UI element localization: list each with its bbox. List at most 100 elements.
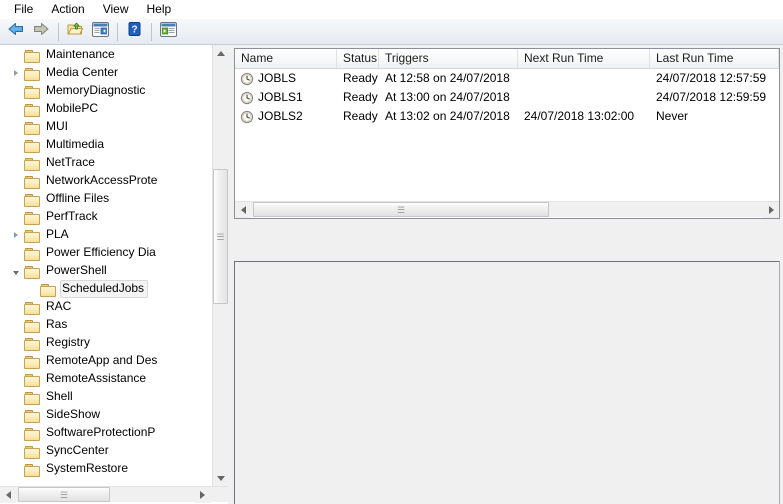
tree-scroll-down-button[interactable] xyxy=(213,470,228,486)
tree-item[interactable]: RemoteApp and Des xyxy=(0,352,212,370)
tree-item[interactable]: NetTrace xyxy=(0,154,212,172)
chevron-down-icon[interactable] xyxy=(8,262,24,280)
tree-vertical-scrollbar[interactable]: ☰ xyxy=(212,45,228,486)
tree-item[interactable]: MUI xyxy=(0,118,212,136)
tree-item[interactable]: RAC xyxy=(0,298,212,316)
tree-item-label: PLA xyxy=(46,227,69,241)
console-tree-list: Maintenance Media Center MemoryDiagnostic M… xyxy=(0,46,212,478)
menu-item-view[interactable]: View xyxy=(94,1,138,18)
tree-twisty-placeholder xyxy=(8,118,24,136)
tree-vertical-scroll-thumb[interactable]: ☰ xyxy=(213,169,228,304)
column-header-last-run-time[interactable]: Last Run Time xyxy=(650,49,779,68)
cell-status: Ready xyxy=(343,71,378,85)
tree-item-label: NetTrace xyxy=(46,155,95,169)
tree-item[interactable]: SoftwareProtectionP xyxy=(0,424,212,442)
scheduled-jobs-list[interactable]: Name Status Triggers Next Run Time Last Run … xyxy=(234,48,780,219)
tree-item[interactable]: SyncCenter xyxy=(0,442,212,460)
job-name: JOBLS1 xyxy=(258,90,303,104)
scroll-grip-icon: ☰ xyxy=(216,231,225,242)
tree-scroll-right-button[interactable] xyxy=(194,487,210,503)
tree-item[interactable]: SystemRestore xyxy=(0,460,212,478)
forward-arrow-icon xyxy=(32,21,50,42)
show-hide-action-pane-button[interactable] xyxy=(156,21,180,43)
tree-item[interactable]: MobilePC xyxy=(0,100,212,118)
table-row[interactable]: JOBLS Ready At 12:58 on 24/07/2018 24/07/20… xyxy=(235,69,779,88)
console-tree[interactable]: Maintenance Media Center MemoryDiagnostic M… xyxy=(0,45,212,486)
chevron-right-icon[interactable] xyxy=(8,226,24,244)
column-header-next-run-time[interactable]: Next Run Time xyxy=(518,49,650,68)
tree-item-label: Shell xyxy=(46,389,73,403)
tree-item[interactable]: PLA xyxy=(0,226,212,244)
tree-item[interactable]: Maintenance xyxy=(0,46,212,64)
tree-item[interactable]: PowerShell xyxy=(0,262,212,280)
tree-scroll-up-button[interactable] xyxy=(213,45,228,61)
list-column-headers: Name Status Triggers Next Run Time Last Run … xyxy=(235,49,779,69)
menu-item-action[interactable]: Action xyxy=(42,1,93,18)
help-button[interactable]: ? xyxy=(122,21,146,43)
tree-twisty-placeholder xyxy=(8,388,24,406)
chevron-right-icon[interactable] xyxy=(8,64,24,82)
cell-last-run-time: 24/07/2018 12:57:59 xyxy=(656,71,767,85)
tree-horizontal-scrollbar[interactable]: ☰ xyxy=(0,486,228,503)
tree-item-label: MUI xyxy=(46,119,68,133)
tree-item[interactable]: Offline Files xyxy=(0,190,212,208)
tree-twisty-placeholder xyxy=(8,370,24,388)
chevron-down-icon xyxy=(217,475,225,481)
tree-item[interactable]: Power Efficiency Dia xyxy=(0,244,212,262)
tree-item[interactable]: ScheduledJobs xyxy=(0,280,212,298)
tree-twisty-placeholder xyxy=(8,154,24,172)
help-icon: ? xyxy=(127,21,142,42)
clock-icon xyxy=(240,72,254,86)
forward-button[interactable] xyxy=(29,21,53,43)
tree-item-label: RemoteAssistance xyxy=(46,371,147,385)
folder-icon xyxy=(24,445,40,458)
tree-item[interactable]: PerfTrack xyxy=(0,208,212,226)
menu-item-file[interactable]: File xyxy=(5,1,42,18)
cell-status: Ready xyxy=(343,109,378,123)
tree-twisty-placeholder xyxy=(8,190,24,208)
tree-item-label: SideShow xyxy=(46,407,101,421)
clock-icon xyxy=(240,110,254,124)
cell-last-run-time: 24/07/2018 12:59:59 xyxy=(656,90,767,104)
folder-icon xyxy=(24,121,40,134)
back-button[interactable] xyxy=(4,21,28,43)
menu-bar: File Action View Help xyxy=(0,0,783,19)
list-scroll-left-button[interactable] xyxy=(235,202,251,218)
tree-item[interactable]: Ras xyxy=(0,316,212,334)
tree-item[interactable]: MemoryDiagnostic xyxy=(0,82,212,100)
tree-item[interactable]: NetworkAccessProte xyxy=(0,172,212,190)
job-detail-pane[interactable] xyxy=(234,261,780,504)
tree-item[interactable]: Multimedia xyxy=(0,136,212,154)
up-one-level-button[interactable] xyxy=(63,21,87,43)
tree-item[interactable]: RemoteAssistance xyxy=(0,370,212,388)
horizontal-splitter[interactable] xyxy=(234,255,780,259)
folder-icon xyxy=(24,157,40,170)
tree-item[interactable]: Shell xyxy=(0,388,212,406)
tree-scroll-left-button[interactable] xyxy=(0,487,16,503)
folder-icon xyxy=(24,409,40,422)
column-header-status[interactable]: Status xyxy=(337,49,379,68)
tree-twisty-placeholder xyxy=(8,334,24,352)
tree-item[interactable]: Media Center xyxy=(0,64,212,82)
list-scroll-right-button[interactable] xyxy=(763,202,779,218)
menu-item-help[interactable]: Help xyxy=(138,1,181,18)
tree-twisty-placeholder xyxy=(8,352,24,370)
tree-item-label: SystemRestore xyxy=(46,461,129,475)
toolbar: ? xyxy=(0,19,783,45)
folder-icon xyxy=(24,175,40,188)
column-header-name[interactable]: Name xyxy=(235,49,337,68)
folder-icon xyxy=(24,193,40,206)
column-header-triggers[interactable]: Triggers xyxy=(379,49,518,68)
tree-item[interactable]: Registry xyxy=(0,334,212,352)
tree-item[interactable]: SideShow xyxy=(0,406,212,424)
list-horizontal-scroll-thumb[interactable]: ☰ xyxy=(253,202,549,217)
folder-icon xyxy=(24,391,40,404)
tree-horizontal-scroll-thumb[interactable]: ☰ xyxy=(18,487,110,502)
list-horizontal-scrollbar[interactable]: ☰ xyxy=(235,201,779,218)
table-row[interactable]: JOBLS2 Ready At 13:02 on 24/07/2018 24/07/2… xyxy=(235,107,779,126)
folder-icon xyxy=(24,49,40,62)
clock-icon xyxy=(240,91,254,105)
show-hide-console-tree-button[interactable] xyxy=(88,21,112,43)
table-row[interactable]: JOBLS1 Ready At 13:00 on 24/07/2018 24/07/2… xyxy=(235,88,779,107)
tree-item-label: Ras xyxy=(46,317,68,331)
